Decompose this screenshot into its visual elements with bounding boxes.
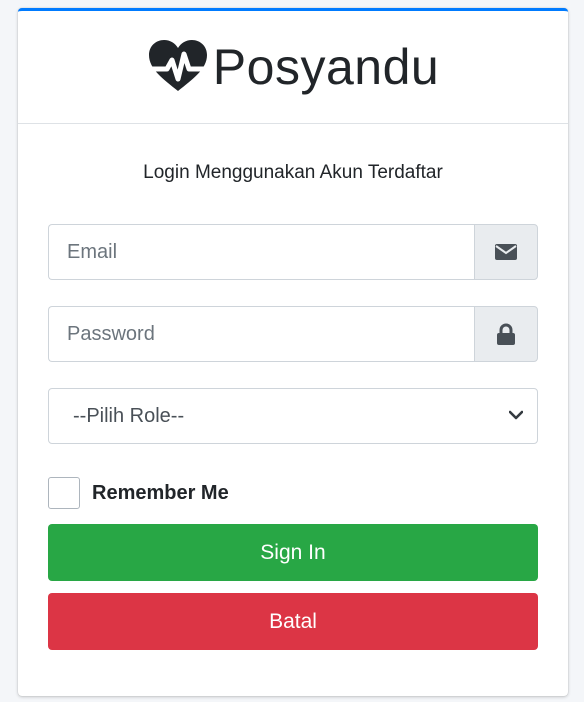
remember-me-label[interactable]: Remember Me bbox=[92, 482, 229, 505]
email-input-group bbox=[48, 224, 538, 280]
role-select-value: --Pilih Role-- bbox=[73, 404, 185, 427]
email-input[interactable] bbox=[48, 224, 474, 280]
chevron-down-icon bbox=[509, 410, 523, 420]
email-addon bbox=[474, 224, 538, 280]
role-select[interactable]: --Pilih Role-- bbox=[48, 388, 538, 444]
login-message: Login Menggunakan Akun Terdaftar bbox=[143, 162, 443, 183]
sign-in-button[interactable]: Sign In bbox=[48, 524, 538, 581]
lock-icon bbox=[497, 323, 515, 345]
remember-me-checkbox[interactable] bbox=[48, 477, 80, 509]
brand: Posyandu bbox=[146, 39, 439, 95]
envelope-icon bbox=[495, 244, 517, 260]
heartbeat-icon bbox=[146, 40, 209, 91]
password-input[interactable] bbox=[48, 306, 474, 362]
password-input-group bbox=[48, 306, 538, 362]
brand-name[interactable]: Posyandu bbox=[213, 42, 439, 92]
cancel-button[interactable]: Batal bbox=[48, 593, 538, 650]
card-body: Login Menggunakan Akun Terdaftar --Pilih… bbox=[18, 162, 568, 650]
remember-me-row: Remember Me bbox=[48, 476, 538, 510]
login-card: Posyandu Login Menggunakan Akun Terdafta… bbox=[18, 8, 568, 696]
card-header: Posyandu bbox=[18, 11, 568, 124]
password-addon bbox=[474, 306, 538, 362]
